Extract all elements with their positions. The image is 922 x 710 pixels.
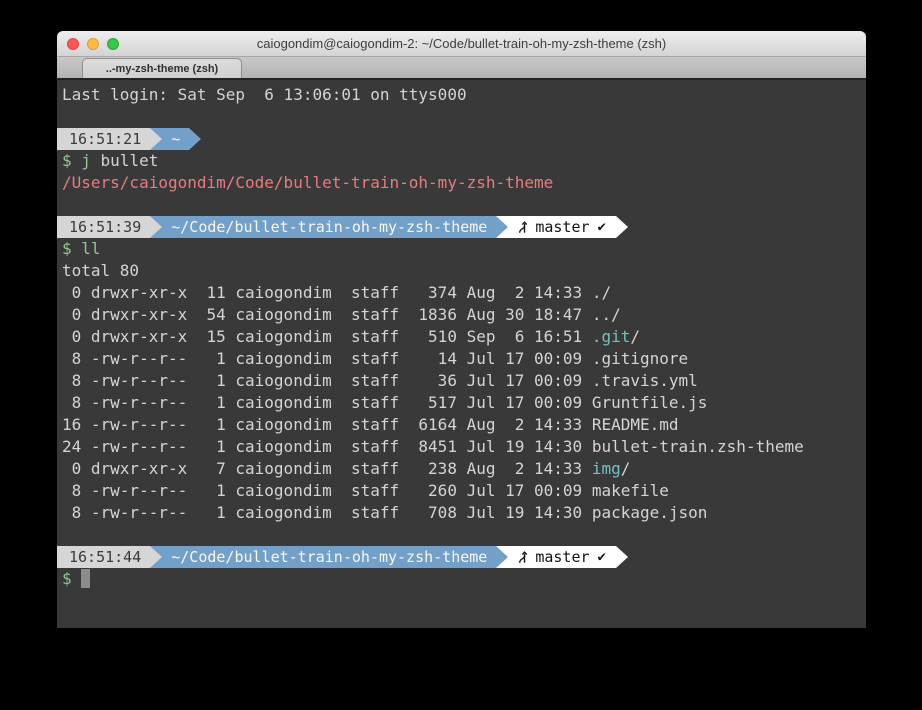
close-button[interactable] [67, 38, 79, 50]
powerline-arrow-icon [189, 128, 201, 150]
listing-row: 0 drwxr-xr-x 7 caiogondim staff 238 Aug … [57, 458, 866, 480]
command-text: j [81, 151, 91, 170]
git-branch-name: master [535, 216, 589, 238]
command-line-2: $ ll [57, 238, 866, 260]
tab-bar: ..-my-zsh-theme (zsh) [57, 57, 866, 80]
file-name: ./ [592, 283, 611, 302]
powerline-arrow-icon [616, 546, 628, 568]
prompt-dollar: $ [62, 569, 81, 588]
listing-row: 0 drwxr-xr-x 15 caiogondim staff 510 Sep… [57, 326, 866, 348]
command-args: bullet [91, 151, 158, 170]
listing-total: total 80 [57, 260, 866, 282]
last-login-line: Last login: Sat Sep 6 13:06:01 on ttys00… [57, 84, 866, 106]
prompt-time-segment: 16:51:44 [57, 546, 150, 568]
file-meta: 0 drwxr-xr-x 15 caiogondim staff 510 Sep… [62, 327, 592, 346]
active-command-line[interactable]: $ [57, 568, 866, 590]
file-name: Gruntfile.js [592, 393, 708, 412]
command-output-path: /Users/caiogondim/Code/bullet-train-oh-m… [57, 172, 866, 194]
git-clean-check-icon: ✔ [598, 216, 606, 238]
file-meta: 8 -rw-r--r-- 1 caiogondim staff 708 Jul … [62, 503, 592, 522]
terminal-content[interactable]: Last login: Sat Sep 6 13:06:01 on ttys00… [57, 80, 866, 628]
git-branch-icon [516, 219, 529, 235]
prompt-time-segment: 16:51:39 [57, 216, 150, 238]
prompt-git-segment: master ✔ [508, 216, 616, 238]
file-name: .gitignore [592, 349, 688, 368]
file-name: makefile [592, 481, 669, 500]
command-line-1: $ j bullet [57, 150, 866, 172]
git-branch-icon [516, 549, 529, 565]
titlebar[interactable]: caiogondim@caiogondim-2: ~/Code/bullet-t… [57, 31, 866, 57]
prompt-git-segment: master ✔ [508, 546, 616, 568]
prompt-line-1: 16:51:21 ~ [57, 128, 866, 150]
desktop-background: caiogondim@caiogondim-2: ~/Code/bullet-t… [0, 0, 922, 710]
file-name: / [630, 327, 640, 346]
tab-zsh[interactable]: ..-my-zsh-theme (zsh) [82, 58, 242, 78]
dir-name: .git [592, 327, 631, 346]
listing-row: 24 -rw-r--r-- 1 caiogondim staff 8451 Ju… [57, 436, 866, 458]
file-name: README.md [592, 415, 679, 434]
file-name: package.json [592, 503, 708, 522]
listing-row: 8 -rw-r--r-- 1 caiogondim staff 36 Jul 1… [57, 370, 866, 392]
file-meta: 0 drwxr-xr-x 11 caiogondim staff 374 Aug… [62, 283, 592, 302]
powerline-arrow-icon [150, 546, 162, 568]
file-meta: 0 drwxr-xr-x 7 caiogondim staff 238 Aug … [62, 459, 592, 478]
blank-line [57, 194, 866, 216]
command-text: ll [81, 239, 100, 258]
powerline-arrow-icon [150, 216, 162, 238]
traffic-lights [67, 31, 119, 56]
minimize-button[interactable] [87, 38, 99, 50]
file-name: .travis.yml [592, 371, 698, 390]
dir-name: img [592, 459, 621, 478]
tab-label: ..-my-zsh-theme (zsh) [106, 63, 218, 75]
listing-row: 0 drwxr-xr-x 11 caiogondim staff 374 Aug… [57, 282, 866, 304]
blank-line [57, 524, 866, 546]
blank-line [57, 106, 866, 128]
git-clean-check-icon: ✔ [598, 546, 606, 568]
prompt-dollar: $ [62, 239, 81, 258]
powerline-arrow-icon [496, 546, 508, 568]
terminal-window: caiogondim@caiogondim-2: ~/Code/bullet-t… [57, 31, 866, 630]
powerline-arrow-icon [616, 216, 628, 238]
listing-row: 0 drwxr-xr-x 54 caiogondim staff 1836 Au… [57, 304, 866, 326]
prompt-line-3: 16:51:44 ~/Code/bullet-train-oh-my-zsh-t… [57, 546, 866, 568]
file-meta: 24 -rw-r--r-- 1 caiogondim staff 8451 Ju… [62, 437, 592, 456]
file-meta: 8 -rw-r--r-- 1 caiogondim staff 36 Jul 1… [62, 371, 592, 390]
prompt-dir-segment: ~ [162, 128, 189, 150]
text-cursor [81, 569, 90, 588]
git-branch-name: master [535, 546, 589, 568]
file-name: / [621, 459, 631, 478]
powerline-arrow-icon [496, 216, 508, 238]
listing-row: 8 -rw-r--r-- 1 caiogondim staff 708 Jul … [57, 502, 866, 524]
prompt-time-segment: 16:51:21 [57, 128, 150, 150]
file-meta: 8 -rw-r--r-- 1 caiogondim staff 14 Jul 1… [62, 349, 592, 368]
prompt-line-2: 16:51:39 ~/Code/bullet-train-oh-my-zsh-t… [57, 216, 866, 238]
file-name: ../ [592, 305, 621, 324]
listing-row: 8 -rw-r--r-- 1 caiogondim staff 14 Jul 1… [57, 348, 866, 370]
prompt-dir-segment: ~/Code/bullet-train-oh-my-zsh-theme [162, 216, 496, 238]
file-meta: 8 -rw-r--r-- 1 caiogondim staff 517 Jul … [62, 393, 592, 412]
prompt-dir-segment: ~/Code/bullet-train-oh-my-zsh-theme [162, 546, 496, 568]
listing-row: 8 -rw-r--r-- 1 caiogondim staff 517 Jul … [57, 392, 866, 414]
prompt-dollar: $ [62, 151, 81, 170]
file-name: bullet-train.zsh-theme [592, 437, 804, 456]
file-meta: 0 drwxr-xr-x 54 caiogondim staff 1836 Au… [62, 305, 592, 324]
listing-row: 8 -rw-r--r-- 1 caiogondim staff 260 Jul … [57, 480, 866, 502]
powerline-arrow-icon [150, 128, 162, 150]
file-meta: 16 -rw-r--r-- 1 caiogondim staff 6164 Au… [62, 415, 592, 434]
zoom-button[interactable] [107, 38, 119, 50]
file-meta: 8 -rw-r--r-- 1 caiogondim staff 260 Jul … [62, 481, 592, 500]
listing-row: 16 -rw-r--r-- 1 caiogondim staff 6164 Au… [57, 414, 866, 436]
window-title: caiogondim@caiogondim-2: ~/Code/bullet-t… [57, 36, 866, 51]
